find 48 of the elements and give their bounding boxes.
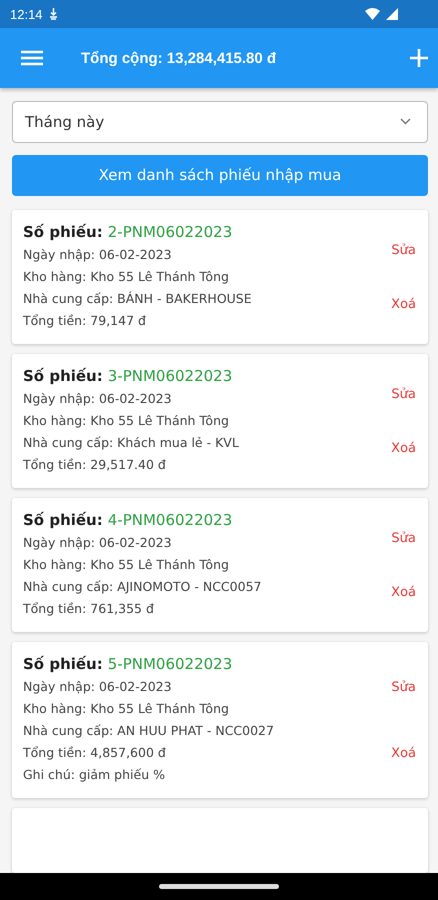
receipt-action-link[interactable]: Sửa — [391, 680, 416, 696]
receipt-action-link[interactable]: Sửa — [391, 242, 416, 258]
receipt-detail: Ngày nhập: 06-02-2023 — [23, 534, 173, 552]
total-title: Tổng cộng: 13,284,415.80 đ — [81, 50, 278, 66]
receipt-number: 4-PNM06022023 — [108, 511, 232, 529]
period-dropdown[interactable]: Tháng này — [12, 101, 428, 142]
receipt-detail: Kho hàng: Kho 55 Lê Thánh Tông — [23, 556, 230, 574]
receipt-detail: Nhà cung cấp: BÁNH - BAKERHOUSE — [23, 290, 253, 308]
receipt-detail: Nhà cung cấp: AN HUU PHAT - NCC0027 — [23, 722, 275, 740]
receipt-detail: Ngày nhập: 06-02-2023 — [23, 390, 173, 408]
receipt-number-label: Số phiếu: — [23, 223, 103, 241]
receipt-action-link[interactable]: Xoá — [391, 441, 416, 456]
receipt-number: 3-PNM06022023 — [108, 367, 232, 385]
receipt-detail: Kho hàng: Kho 55 Lê Thánh Tông — [23, 412, 230, 430]
receipt-detail: Nhà cung cấp: AJINOMOTO - NCC0057 — [23, 578, 262, 596]
receipt-action-link[interactable]: Sửa — [391, 530, 416, 546]
receipt-number-label: Số phiếu: — [23, 655, 103, 673]
receipt-number-label: Số phiếu: — [23, 511, 103, 529]
receipt-number-label: Số phiếu: — [23, 367, 103, 385]
receipt-action-link[interactable]: Xoá — [391, 746, 416, 761]
receipt-detail: Kho hàng: Kho 55 Lê Thánh Tông — [23, 268, 230, 286]
receipt-detail: Tổng tiền: 4,857,600 đ — [23, 744, 167, 762]
receipt-detail: Ngày nhập: 06-02-2023 — [23, 246, 173, 264]
signal-icon — [386, 8, 398, 20]
receipt-detail: Tổng tiền: 79,147 đ — [23, 312, 147, 330]
receipt-card[interactable]: Số phiếu: 5-PNM06022023 Ngày nhập: 06-02-2023 Kho hàng: Kho 55 Lê Thánh Tông Nhà cung cấp: AN HUU PHAT - NCC0027 Tổng tiền: 4,857,600 đ Ghi chú: giảm phiếu % Sửa Xoá — [12, 642, 428, 798]
home-handle[interactable] — [159, 884, 279, 889]
receipt-card[interactable]: Số phiếu: 3-PNM06022023 Ngày nhập: 06-02-2023 Kho hàng: Kho 55 Lê Thánh Tông Nhà cung cấp: Khách mua lẻ - KVL Tổng tiền: 29,517.40 đ Sửa Xoá — [12, 354, 428, 488]
view-list-button[interactable]: Xem danh sách phiếu nhập mua — [12, 154, 428, 196]
receipt-number: 5-PNM06022023 — [108, 655, 232, 673]
receipt-detail: Tổng tiền: 761,355 đ — [23, 600, 155, 618]
notification-icon — [48, 8, 58, 20]
receipt-detail: Ghi chú: giảm phiếu % — [23, 766, 166, 784]
receipt-action-link[interactable]: Sửa — [391, 386, 416, 402]
receipt-detail: Nhà cung cấp: Khách mua lẻ - KVL — [23, 434, 240, 452]
receipt-detail: Tổng tiền: 29,517.40 đ — [23, 456, 167, 474]
receipt-number: 2-PNM06022023 — [108, 223, 232, 241]
receipt-detail: Ngày nhập: 06-02-2023 — [23, 678, 173, 696]
receipt-action-link[interactable]: Xoá — [391, 585, 416, 600]
receipt-card[interactable]: Số phiếu: 4-PNM06022023 Ngày nhập: 06-02-2023 Kho hàng: Kho 55 Lê Thánh Tông Nhà cung cấp: AJINOMOTO - NCC0057 Tổng tiền: 761,355 đ Sửa Xoá — [12, 498, 428, 632]
wifi-icon — [365, 8, 380, 20]
receipt-action-link[interactable]: Xoá — [391, 297, 416, 312]
menu-icon[interactable] — [21, 50, 43, 66]
add-icon[interactable] — [410, 49, 428, 67]
receipt-detail: Kho hàng: Kho 55 Lê Thánh Tông — [23, 700, 230, 718]
receipt-card[interactable]: Số phiếu: 2-PNM06022023 Ngày nhập: 06-02-2023 Kho hàng: Kho 55 Lê Thánh Tông Nhà cung cấp: BÁNH - BAKERHOUSE Tổng tiền: 79,147 đ Sửa Xoá — [12, 210, 428, 344]
chevron-down-icon — [400, 118, 411, 126]
status-time: 12:14 — [10, 6, 43, 22]
